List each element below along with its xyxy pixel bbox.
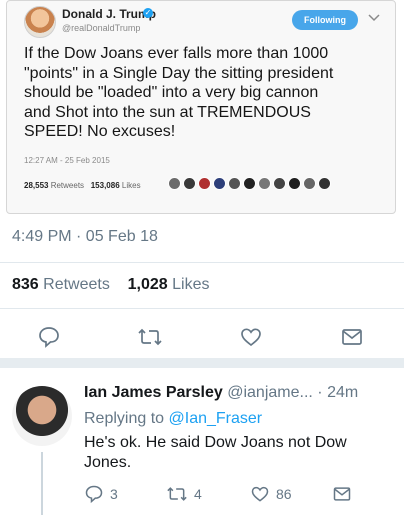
chevron-down-icon[interactable] xyxy=(367,12,381,24)
replying-to: Replying to @Ian_Fraser xyxy=(84,410,262,428)
thread-line xyxy=(41,452,43,515)
like-count[interactable]: 153,086 xyxy=(91,181,120,190)
like-count: 86 xyxy=(276,486,292,502)
liker-avatars[interactable] xyxy=(168,177,331,190)
avatar[interactable] xyxy=(288,177,301,190)
avatar[interactable] xyxy=(258,177,271,190)
avatar[interactable] xyxy=(273,177,286,190)
avatar[interactable] xyxy=(183,177,196,190)
retweet-label: Retweets xyxy=(50,181,85,190)
avatar[interactable] xyxy=(228,177,241,190)
reply-text: He's ok. He said Dow Joans not Dow Jones… xyxy=(84,434,347,471)
like-button[interactable] xyxy=(236,322,266,352)
reply-icon[interactable] xyxy=(37,325,61,349)
retweet-label: Retweets xyxy=(43,276,110,293)
reply-button[interactable] xyxy=(34,322,64,352)
reply-retweet-button[interactable]: 4 xyxy=(166,484,202,504)
message-button[interactable] xyxy=(337,322,367,352)
following-button[interactable]: Following xyxy=(292,10,358,30)
reply-count: 3 xyxy=(110,486,118,502)
retweet-count[interactable]: 28,553 xyxy=(24,181,48,190)
tweet-text: If the Dow Joans ever falls more than 10… xyxy=(24,45,334,140)
reply-actions: 3 4 86 xyxy=(84,484,394,508)
reply-reply-button[interactable]: 3 xyxy=(84,484,118,504)
avatar[interactable] xyxy=(213,177,226,190)
avatar[interactable] xyxy=(168,177,181,190)
retweet-count[interactable]: 836 xyxy=(12,276,39,293)
retweet-count: 4 xyxy=(194,486,202,502)
author-name[interactable]: Donald J. Trump xyxy=(62,7,156,21)
avatar[interactable] xyxy=(12,386,72,446)
reply-header: Ian James Parsley @ianjame... · 24m xyxy=(84,384,358,402)
avatar[interactable] xyxy=(24,6,56,38)
section-separator xyxy=(0,358,404,368)
divider xyxy=(0,262,404,263)
tweet-timestamp[interactable]: 4:49 PM · 05 Feb 18 xyxy=(12,228,158,246)
reply-message-button[interactable] xyxy=(332,484,352,504)
replying-to-link[interactable]: @Ian_Fraser xyxy=(169,410,263,427)
like-label: Likes xyxy=(121,181,141,190)
embedded-stats: 28,553 Retweets 153,086 Likes xyxy=(24,181,141,190)
retweet-button[interactable] xyxy=(135,322,165,352)
verified-icon: ✓ xyxy=(143,8,153,18)
tweet-stats: 836 Retweets 1,028 Likes xyxy=(12,276,210,294)
tweet-timestamp[interactable]: 12:27 AM - 25 Feb 2015 xyxy=(24,156,110,165)
reply-author-handle[interactable]: @ianjame... xyxy=(227,384,313,401)
like-count[interactable]: 1,028 xyxy=(128,276,168,293)
divider xyxy=(0,308,404,309)
reply-icon[interactable] xyxy=(84,484,104,504)
tweet-actions xyxy=(0,322,404,352)
reply-like-button[interactable]: 86 xyxy=(250,484,292,504)
replying-prefix: Replying to xyxy=(84,410,165,427)
separator-dot: · xyxy=(317,384,323,401)
message-icon[interactable] xyxy=(340,325,364,349)
like-label: Likes xyxy=(172,276,210,293)
avatar[interactable] xyxy=(198,177,211,190)
retweet-icon[interactable] xyxy=(137,325,163,349)
author-handle: @realDonaldTrump xyxy=(62,23,141,33)
avatar[interactable] xyxy=(318,177,331,190)
retweet-icon[interactable] xyxy=(166,484,188,504)
reply-time[interactable]: 24m xyxy=(327,384,358,401)
like-icon[interactable] xyxy=(250,484,270,504)
like-icon[interactable] xyxy=(239,325,263,349)
message-icon[interactable] xyxy=(332,484,352,504)
reply-author-name[interactable]: Ian James Parsley xyxy=(84,384,223,401)
avatar[interactable] xyxy=(243,177,256,190)
avatar[interactable] xyxy=(303,177,316,190)
